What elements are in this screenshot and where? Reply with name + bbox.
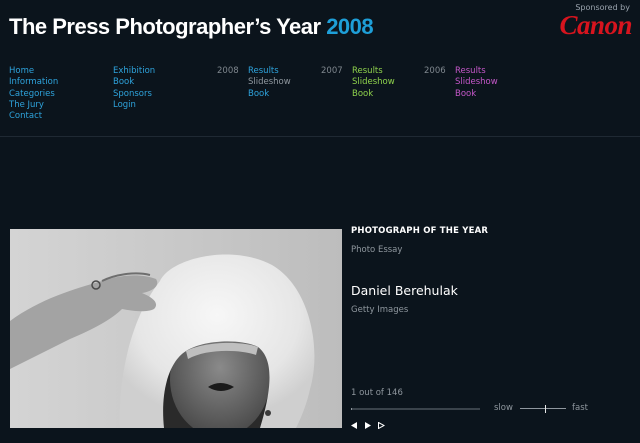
nav-column-secondary: Exhibition Book Sponsors Login [113, 66, 155, 111]
site-title[interactable]: The Press Photographer’s Year 2008 [9, 14, 374, 40]
featured-photo-image [10, 229, 342, 428]
nav-2008-book[interactable]: Book [248, 89, 291, 100]
nav-column-2008: Results Slideshow Book [248, 66, 291, 100]
nav-login[interactable]: Login [113, 100, 155, 111]
nav-column-main: Home Information Categories The Jury Con… [9, 66, 58, 122]
year-label-2006: 2006 [424, 66, 446, 76]
site-title-text: The Press Photographer’s Year [9, 14, 321, 39]
nav-2006-results[interactable]: Results [455, 66, 498, 77]
previous-button[interactable] [349, 420, 359, 430]
nav-information[interactable]: Information [9, 77, 58, 88]
year-label-2008: 2008 [217, 66, 239, 76]
speed-slow-label: slow [494, 403, 513, 413]
photographer-name: Daniel Berehulak [351, 283, 458, 298]
speed-slider[interactable] [520, 405, 566, 413]
nav-contact[interactable]: Contact [9, 111, 58, 122]
site-title-year: 2008 [326, 14, 374, 39]
speed-fast-label: fast [572, 403, 588, 413]
photographer-agency: Getty Images [351, 305, 409, 315]
featured-photo[interactable] [10, 229, 342, 428]
sponsor-logo[interactable]: Canon [559, 12, 632, 39]
year-label-2007: 2007 [321, 66, 343, 76]
nav-the-jury[interactable]: The Jury [9, 100, 58, 111]
next-icon [377, 421, 385, 429]
nav-exhibition[interactable]: Exhibition [113, 66, 155, 77]
nav-home[interactable]: Home [9, 66, 58, 77]
next-button[interactable] [376, 420, 386, 430]
nav-book[interactable]: Book [113, 77, 155, 88]
play-icon [364, 421, 371, 429]
nav-column-2007: Results Slideshow Book [352, 66, 395, 100]
nav-categories[interactable]: Categories [9, 89, 58, 100]
header-divider [0, 136, 640, 137]
nav-2006-slideshow[interactable]: Slideshow [455, 77, 498, 88]
nav-2007-results[interactable]: Results [352, 66, 395, 77]
speed-slider-handle[interactable] [545, 405, 547, 413]
play-button[interactable] [363, 420, 373, 430]
slideshow-progress-fill [351, 408, 352, 410]
slideshow-progress-bar[interactable] [351, 408, 480, 410]
nav-sponsors[interactable]: Sponsors [113, 89, 155, 100]
nav-2008-slideshow[interactable]: Slideshow [248, 77, 291, 88]
photo-category: PHOTOGRAPH OF THE YEAR [351, 226, 489, 236]
nav-column-2006: Results Slideshow Book [455, 66, 498, 100]
slide-counter: 1 out of 146 [351, 388, 403, 398]
nav-2006-book[interactable]: Book [455, 89, 498, 100]
nav-2007-slideshow[interactable]: Slideshow [352, 77, 395, 88]
nav-2008-results[interactable]: Results [248, 66, 291, 77]
prev-icon [350, 421, 357, 429]
nav-2007-book[interactable]: Book [352, 89, 395, 100]
photo-section: Photo Essay [351, 245, 403, 255]
